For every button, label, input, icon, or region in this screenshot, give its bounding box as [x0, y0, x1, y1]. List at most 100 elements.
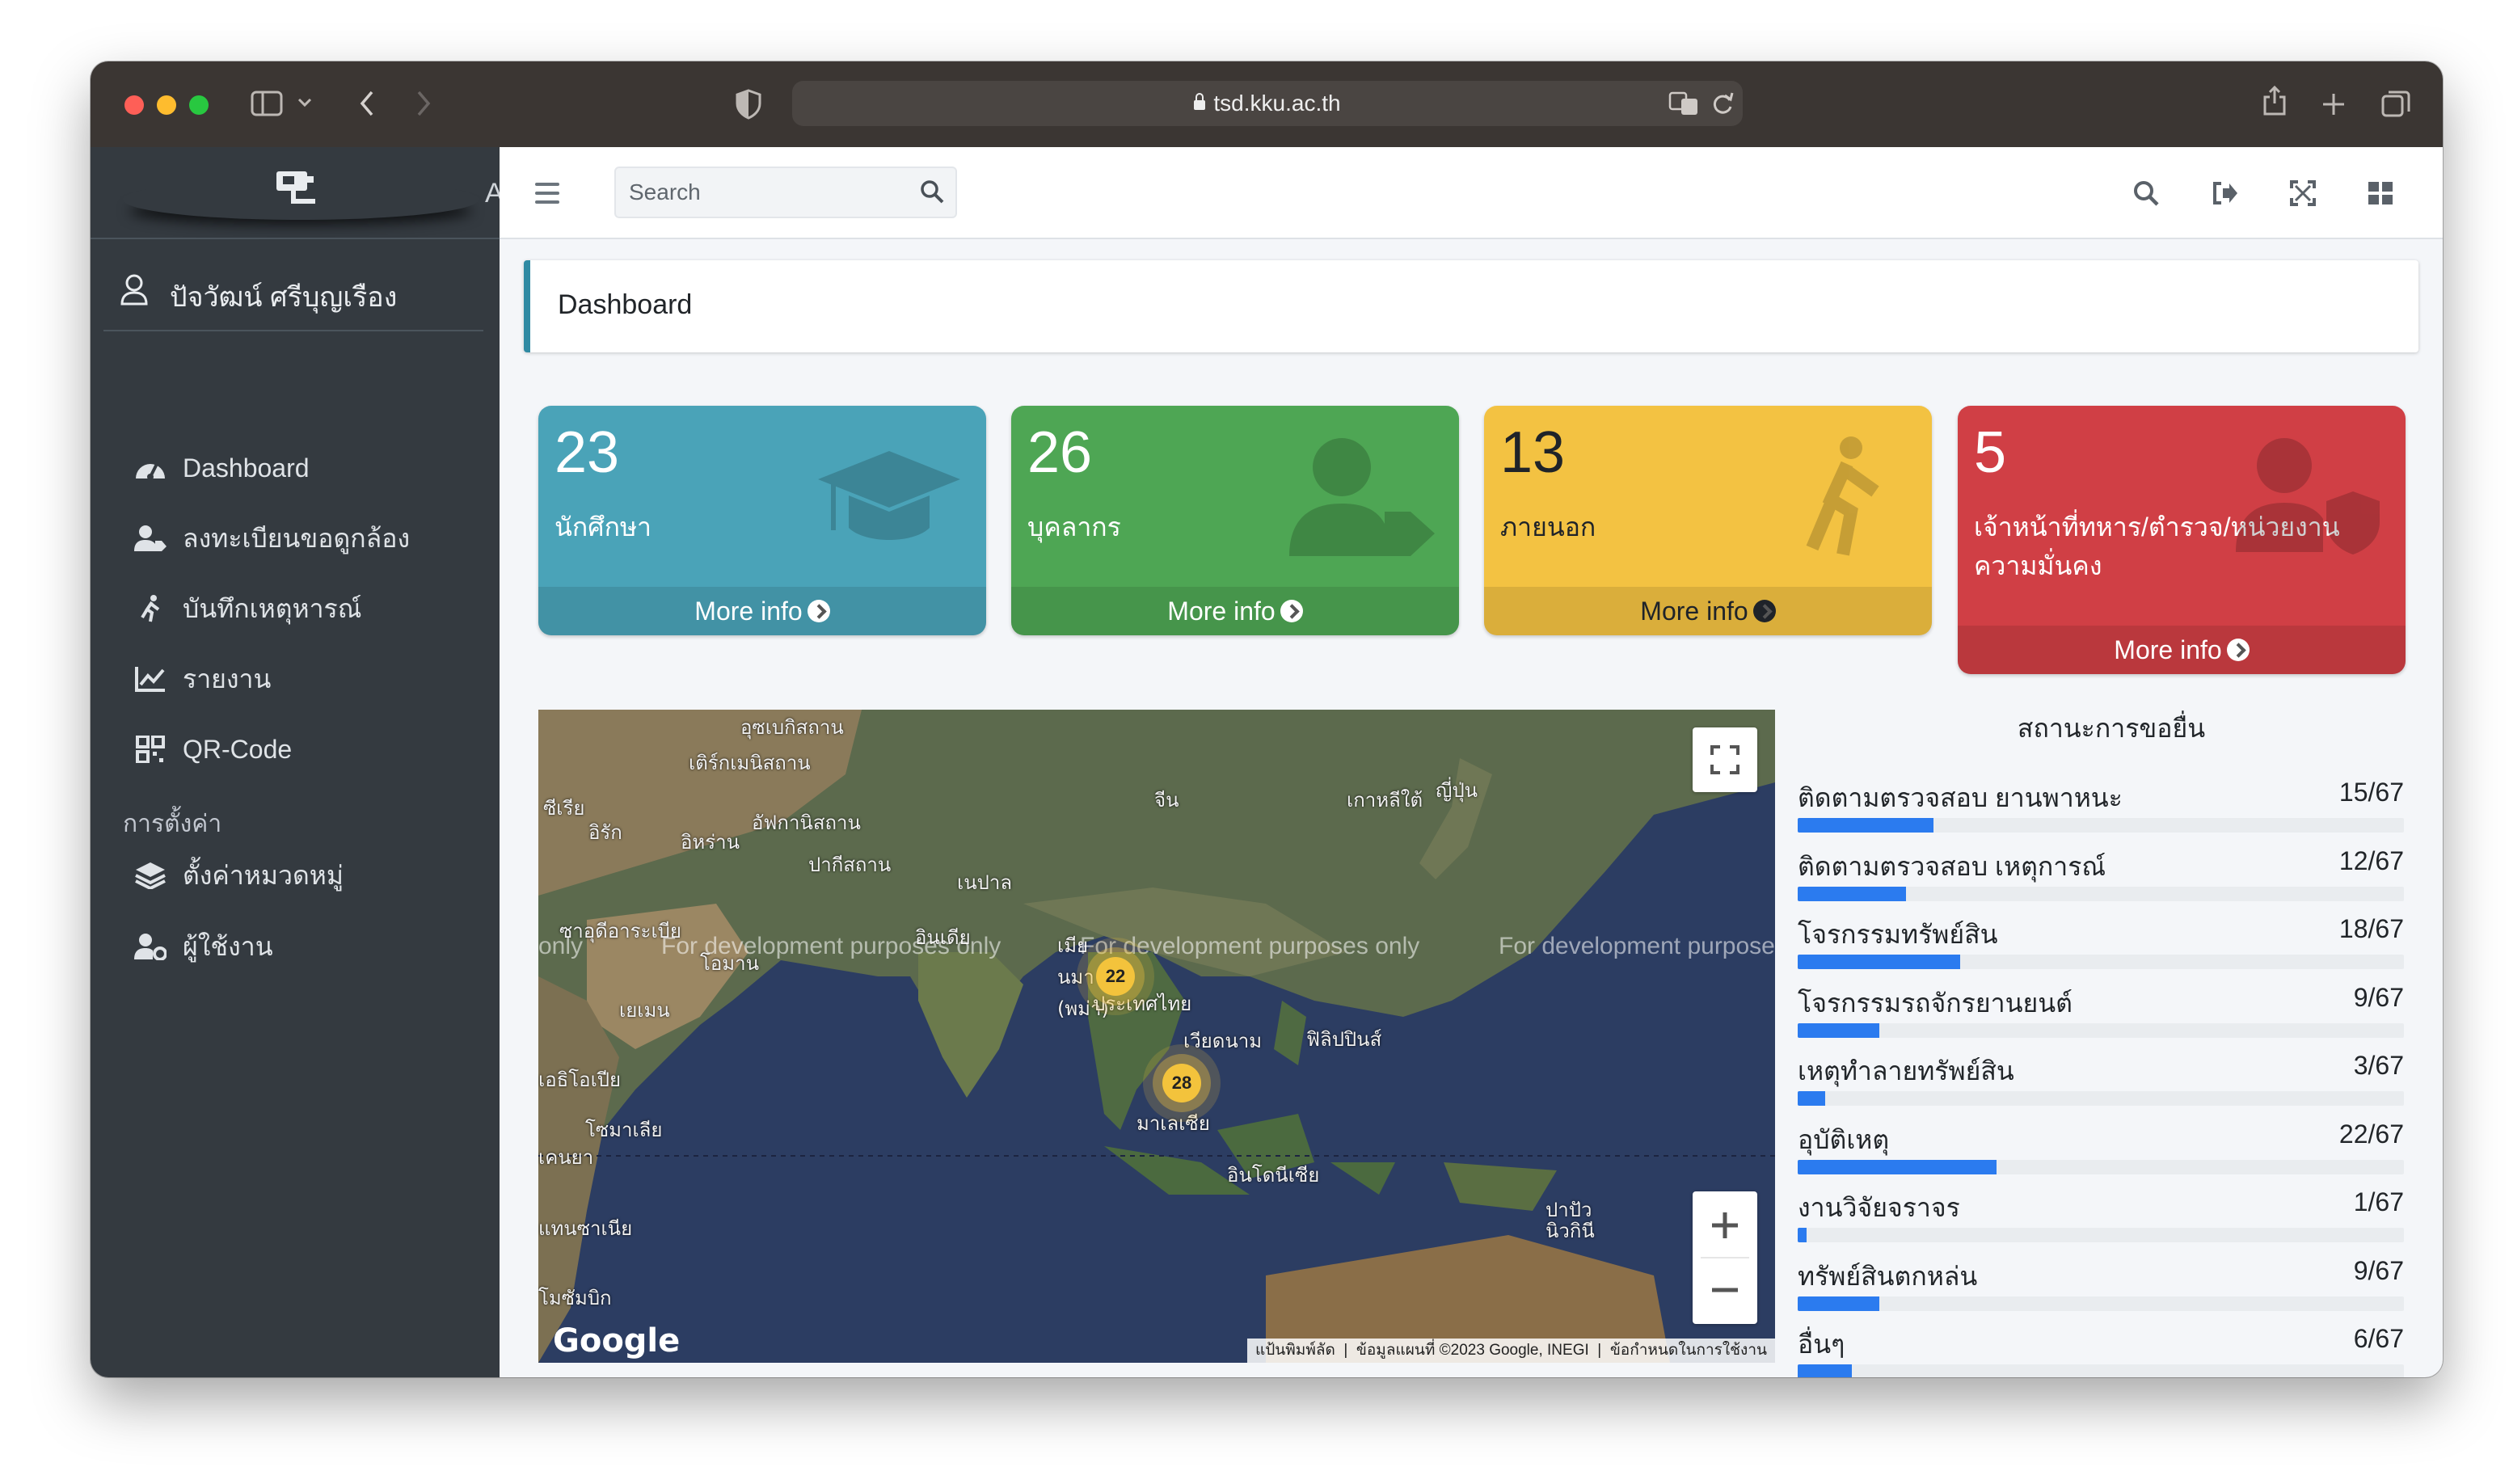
more-info-link[interactable]: More info — [1011, 587, 1459, 635]
map-label: อุซเบกิสถาน — [740, 716, 844, 739]
status-count: 22/67 — [2338, 1119, 2404, 1149]
map-fullscreen-button[interactable] — [1693, 727, 1757, 792]
status-row: งานวิจัยจราจร 1/67 — [1798, 1187, 2404, 1252]
map-label: ซีเรีย — [543, 797, 585, 820]
status-progress-bar — [1798, 1364, 2404, 1377]
status-progress-fill — [1798, 818, 1933, 833]
sidebar-item-qr-code[interactable]: QR-Code — [123, 721, 479, 778]
status-row: โจรกรรมทรัพย์สิน 18/67 — [1798, 914, 2404, 979]
browser-window: tsd.kku.ac.th A ปัจวัฒน์ ศรีบุญเรือง Das… — [91, 61, 2443, 1377]
map-label: จีน — [1154, 789, 1179, 812]
visitors-box: 13 ภายนอก More info — [1484, 406, 1932, 635]
map-label: เอธิโอเปีย — [538, 1069, 622, 1091]
running-person-icon — [141, 595, 160, 622]
search-icon[interactable] — [2132, 179, 2160, 207]
status-row: ติดตามตรวจสอบ ยานพาหนะ 15/67 — [1798, 778, 2404, 842]
tab-overview-icon[interactable] — [2381, 89, 2410, 118]
status-row: อุบัติเหตุ 22/67 — [1798, 1119, 2404, 1184]
map-watermark: For development purposes only — [1080, 933, 1420, 959]
minimize-window-button[interactable] — [157, 95, 176, 115]
status-progress-fill — [1798, 1228, 1807, 1242]
browser-titlebar: tsd.kku.ac.th — [91, 61, 2443, 147]
more-info-label: More info — [694, 597, 803, 626]
status-label: ติดตามตรวจสอบ ยานพาหนะ — [1798, 783, 2123, 812]
more-info-link[interactable]: More info — [1484, 587, 1932, 635]
reload-icon[interactable] — [1710, 91, 1735, 116]
close-window-button[interactable] — [124, 95, 144, 115]
map-attribution: แป้นพิมพ์ลัด | ข้อมูลแผนที่ ©2023 Google… — [1246, 1339, 1775, 1363]
sidebar-toggle-icon[interactable] — [251, 91, 283, 116]
sidebar-item-record-incident[interactable]: บันทึกเหตุหารณ์ — [123, 580, 479, 637]
user-tag-icon — [1289, 438, 1435, 556]
forward-icon[interactable] — [414, 89, 433, 118]
malaysia-cluster[interactable]: 28 — [1162, 1064, 1201, 1102]
brand[interactable]: A — [91, 147, 504, 239]
sidebar-item-reports[interactable]: รายงาน — [123, 651, 479, 707]
zoom-divider — [1701, 1257, 1749, 1258]
map-watermark: For development purposes only — [661, 933, 1001, 959]
map-zoom-control — [1693, 1191, 1757, 1324]
url-text: tsd.kku.ac.th — [1213, 91, 1341, 116]
keyboard-shortcuts-link[interactable]: แป้นพิมพ์ลัด — [1255, 1342, 1335, 1359]
translate-icon[interactable] — [1668, 91, 1699, 116]
status-progress-fill — [1798, 1364, 1853, 1377]
status-progress-bar — [1798, 955, 2404, 969]
user-panel[interactable]: ปัจวัฒน์ ศรีบุญเรือง — [103, 259, 483, 331]
status-progress-bar — [1798, 818, 2404, 833]
status-count: 3/67 — [2353, 1051, 2404, 1080]
menu-toggle-icon[interactable] — [535, 183, 559, 204]
arrow-right-circle-icon — [1752, 599, 1776, 622]
tachometer-icon — [136, 463, 165, 480]
graduation-cap-icon — [818, 451, 960, 540]
sign-out-icon[interactable] — [2212, 179, 2239, 207]
zoom-in-icon[interactable] — [1709, 1209, 1741, 1242]
zoom-out-icon[interactable] — [1709, 1274, 1741, 1306]
status-count: 9/67 — [2353, 983, 2404, 1012]
sidebar-item-label: ผู้ใช้งาน — [183, 932, 273, 961]
sidebar-item-register-camera[interactable]: ลงทะเบียนขอดูกล้อง — [123, 510, 479, 567]
chevron-down-icon[interactable] — [297, 97, 312, 108]
map-label: เยเมน — [619, 999, 670, 1022]
more-info-link[interactable]: More info — [1958, 626, 2406, 674]
more-info-link[interactable]: More info — [538, 587, 986, 635]
status-count: 12/67 — [2338, 846, 2404, 875]
search-input[interactable] — [616, 168, 907, 217]
map-label: ปาปัวนิวกินี — [1545, 1199, 1595, 1242]
map-label: เติร์กเมนิสถาน — [689, 752, 811, 774]
map-label: อินโดนีเซีย — [1227, 1164, 1320, 1187]
address-bar[interactable]: tsd.kku.ac.th — [792, 81, 1743, 126]
map-label: เคนยา — [538, 1146, 594, 1169]
status-row: เหตุทำลายทรัพย์สิน 3/67 — [1798, 1051, 2404, 1115]
status-count: 15/67 — [2338, 778, 2404, 807]
map-label: เกาหลีใต้ — [1347, 789, 1423, 812]
sidebar-item-label: รายงาน — [183, 664, 272, 694]
terms-of-use-link[interactable]: ข้อกำหนดในการใช้งาน — [1610, 1342, 1767, 1359]
navbar-search — [614, 167, 957, 218]
status-row: ติดตามตรวจสอบ เหตุการณ์ 12/67 — [1798, 846, 2404, 911]
sidebar-item-label: บันทึกเหตุหารณ์ — [183, 594, 362, 623]
sidebar-item-users[interactable]: ผู้ใช้งาน — [123, 918, 479, 975]
google-logo: Google — [553, 1322, 681, 1360]
map-watermark: For development purpose — [1499, 933, 1775, 959]
zoom-window-button[interactable] — [189, 95, 209, 115]
status-progress-bar — [1798, 1296, 2404, 1311]
sidebar: A ปัจวัฒน์ ศรีบุญเรือง Dashboard ลงทะเบี… — [91, 147, 504, 1377]
grid-apps-icon[interactable] — [2367, 179, 2394, 207]
shield-icon[interactable] — [736, 89, 761, 120]
back-icon[interactable] — [357, 89, 377, 118]
map-watermark: only — [538, 933, 584, 959]
search-icon[interactable] — [920, 179, 944, 204]
map-label: แทนซาเนีย — [538, 1217, 633, 1240]
sidebar-item-category-settings[interactable]: ตั้งค่าหมวดหมู่ — [123, 847, 479, 904]
map-view[interactable]: อุซเบกิสถาน เติร์กเมนิสถาน ซีเรีย อิรัก … — [538, 710, 1775, 1363]
thailand-cluster[interactable]: 22 — [1096, 957, 1135, 996]
status-label: โจรกรรมรถจักรยานยนต์ — [1798, 989, 2073, 1018]
fullscreen-icon[interactable] — [2289, 179, 2317, 207]
sidebar-item-dashboard[interactable]: Dashboard — [123, 440, 479, 496]
map-label: ฟิลิปปินส์ — [1306, 1028, 1382, 1051]
user-name: ปัจวัฒน์ ศรีบุญเรือง — [170, 282, 398, 313]
new-tab-icon[interactable] — [2321, 92, 2346, 116]
status-progress-bar — [1798, 887, 2404, 901]
map-label: อิรัก — [588, 821, 622, 844]
share-icon[interactable] — [2262, 84, 2288, 116]
